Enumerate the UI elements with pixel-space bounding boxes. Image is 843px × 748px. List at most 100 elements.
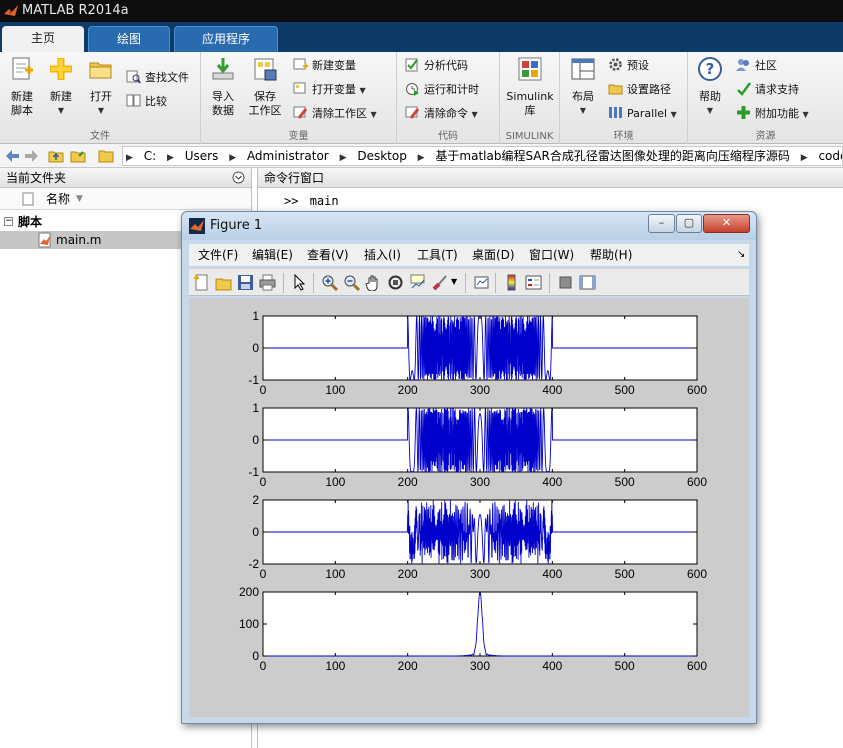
menu-file[interactable]: 文件(F)	[198, 244, 238, 266]
minimize-button[interactable]: –	[648, 214, 675, 233]
analyze-code-button[interactable]: 分析代码	[405, 56, 468, 76]
menu-window[interactable]: 窗口(W)	[529, 244, 574, 266]
up-folder-icon[interactable]	[48, 148, 64, 164]
legend-icon[interactable]	[525, 274, 542, 291]
save-icon[interactable]	[237, 274, 254, 291]
run-and-time-button[interactable]: 运行和计时	[405, 80, 479, 100]
x-tick-label: 0	[260, 567, 267, 581]
help-button[interactable]: ? 帮助 ▼	[694, 56, 726, 118]
collapse-toggle-icon[interactable]: −	[4, 217, 13, 226]
x-tick-label: 600	[687, 567, 707, 581]
y-tick-label: -1	[248, 373, 259, 387]
panel-menu-icon[interactable]	[232, 171, 245, 184]
toolbar-separator	[465, 273, 466, 293]
clear-commands-dropdown-icon[interactable]: ▼	[472, 110, 478, 119]
preferences-button[interactable]: 预设	[608, 56, 649, 76]
breadcrumb-item[interactable]: Desktop	[353, 147, 411, 165]
compare-icon	[126, 94, 141, 107]
figure-window[interactable]: Figure 1 – ▢ ✕ 文件(F) 编辑(E) 查看(V) 插入(I) 工…	[181, 211, 757, 724]
import-data-button[interactable]: 导入 数据	[205, 56, 241, 118]
community-icon	[736, 59, 749, 71]
tab-apps[interactable]: 应用程序	[174, 26, 278, 52]
clear-commands-button[interactable]: 清除命令 ▼	[405, 104, 478, 124]
new-variable-button[interactable]: 新建变量	[293, 56, 356, 76]
print-icon[interactable]	[259, 274, 276, 291]
tab-plots[interactable]: 绘图	[88, 26, 170, 52]
simulink-library-label: Simulink 库	[506, 90, 554, 117]
brush-dropdown-icon[interactable]: ▼	[451, 277, 457, 286]
breadcrumb-item[interactable]: C:	[140, 147, 160, 165]
menu-insert[interactable]: 插入(I)	[364, 244, 401, 266]
new-script-button[interactable]: 新建 脚本	[4, 56, 40, 118]
open-button[interactable]: 打开 ▼	[84, 56, 118, 118]
add-ons-button[interactable]: 附加功能 ▼	[736, 104, 809, 124]
address-bar: ▶ C: ▶ Users ▶ Administrator ▶ Desktop ▶…	[0, 144, 843, 168]
forward-arrow-icon[interactable]	[24, 148, 40, 164]
zoom-in-icon[interactable]	[321, 274, 338, 291]
clear-workspace-button[interactable]: 清除工作区 ▼	[293, 104, 377, 124]
subplots-svg[interactable]: 0 100 200 300 400 500 60010-10 100 200 300 400 500 6…	[189, 298, 749, 717]
simulink-library-button[interactable]: Simulink 库	[504, 56, 556, 118]
open-file-icon[interactable]	[215, 274, 232, 291]
simulink-group: Simulink 库 SIMULINK	[500, 52, 560, 144]
hide-plot-tools-icon[interactable]	[557, 274, 574, 291]
variable-group-label: 变量	[288, 131, 309, 142]
x-tick-label: 500	[615, 659, 635, 673]
figure-canvas[interactable]: 0 100 200 300 400 500 600 1 0 -1 0 100 200 300 400 500 6…	[189, 298, 749, 717]
pointer-icon[interactable]	[291, 274, 308, 291]
menu-desktop[interactable]: 桌面(D)	[472, 244, 515, 266]
breadcrumb-item[interactable]: code	[814, 147, 842, 165]
request-support-button[interactable]: 请求支持	[736, 80, 799, 100]
new-button[interactable]: 新建 ▼	[44, 56, 78, 118]
save-workspace-label: 保存 工作区	[248, 90, 282, 117]
parallel-dropdown-icon[interactable]: ▼	[671, 110, 677, 119]
maximize-button[interactable]: ▢	[676, 214, 702, 233]
menu-tools[interactable]: 工具(T)	[417, 244, 458, 266]
open-variable-button[interactable]: 打开变量 ▼	[293, 80, 366, 100]
breadcrumb-item[interactable]: Users	[181, 147, 223, 165]
clear-workspace-icon	[293, 106, 308, 119]
close-button[interactable]: ✕	[703, 214, 750, 233]
compare-button[interactable]: 比较	[126, 92, 167, 112]
name-column-header[interactable]: 名称 ▼	[0, 188, 251, 210]
tab-home[interactable]: 主页	[2, 26, 84, 52]
toolbar-separator	[313, 273, 314, 293]
menu-help[interactable]: 帮助(H)	[590, 244, 632, 266]
menu-view[interactable]: 查看(V)	[307, 244, 349, 266]
open-label: 打开	[90, 90, 112, 103]
back-arrow-icon[interactable]	[4, 148, 20, 164]
breadcrumb-item[interactable]: Administrator	[243, 147, 333, 165]
folder-icon	[98, 150, 114, 163]
command-line[interactable]: >> main	[284, 194, 339, 208]
subplot-axes-4	[262, 591, 698, 657]
x-tick-label: 200	[398, 383, 418, 397]
help-dropdown-icon: ▼	[706, 106, 714, 115]
x-tick-label: 600	[687, 383, 707, 397]
zoom-out-icon[interactable]	[343, 274, 360, 291]
data-cursor-icon[interactable]	[409, 274, 426, 291]
path-breadcrumb[interactable]: ▶ C: ▶ Users ▶ Administrator ▶ Desktop ▶…	[122, 146, 843, 166]
x-tick-label: 100	[325, 475, 345, 489]
open-variable-dropdown-icon[interactable]: ▼	[360, 86, 366, 95]
pan-icon[interactable]	[365, 274, 382, 291]
show-plot-tools-icon[interactable]	[579, 274, 596, 291]
set-path-button[interactable]: 设置路径	[608, 80, 671, 100]
breadcrumb-item[interactable]: 基于matlab编程SAR合成孔径雷达图像处理的距离向压缩程序源码	[431, 147, 793, 165]
community-button[interactable]: 社区	[736, 56, 777, 76]
x-tick-label: 200	[398, 475, 418, 489]
add-ons-dropdown-icon[interactable]: ▼	[803, 110, 809, 119]
rotate-icon[interactable]	[387, 274, 404, 291]
brush-icon[interactable]	[431, 274, 448, 291]
save-workspace-button[interactable]: 保存 工作区	[247, 56, 283, 118]
dock-arrow-icon[interactable]: ↘	[737, 244, 745, 266]
find-files-button[interactable]: 查找文件	[126, 68, 189, 88]
clear-workspace-dropdown-icon[interactable]: ▼	[371, 110, 377, 119]
parallel-button[interactable]: Parallel ▼	[608, 104, 677, 124]
link-plot-icon[interactable]	[473, 274, 490, 291]
figure-title-bar[interactable]: Figure 1 – ▢ ✕	[182, 212, 756, 240]
browse-folder-icon[interactable]	[70, 148, 86, 164]
layout-button[interactable]: 布局 ▼	[566, 56, 600, 118]
new-figure-icon[interactable]	[193, 274, 210, 291]
menu-edit[interactable]: 编辑(E)	[252, 244, 293, 266]
colorbar-icon[interactable]	[503, 274, 520, 291]
